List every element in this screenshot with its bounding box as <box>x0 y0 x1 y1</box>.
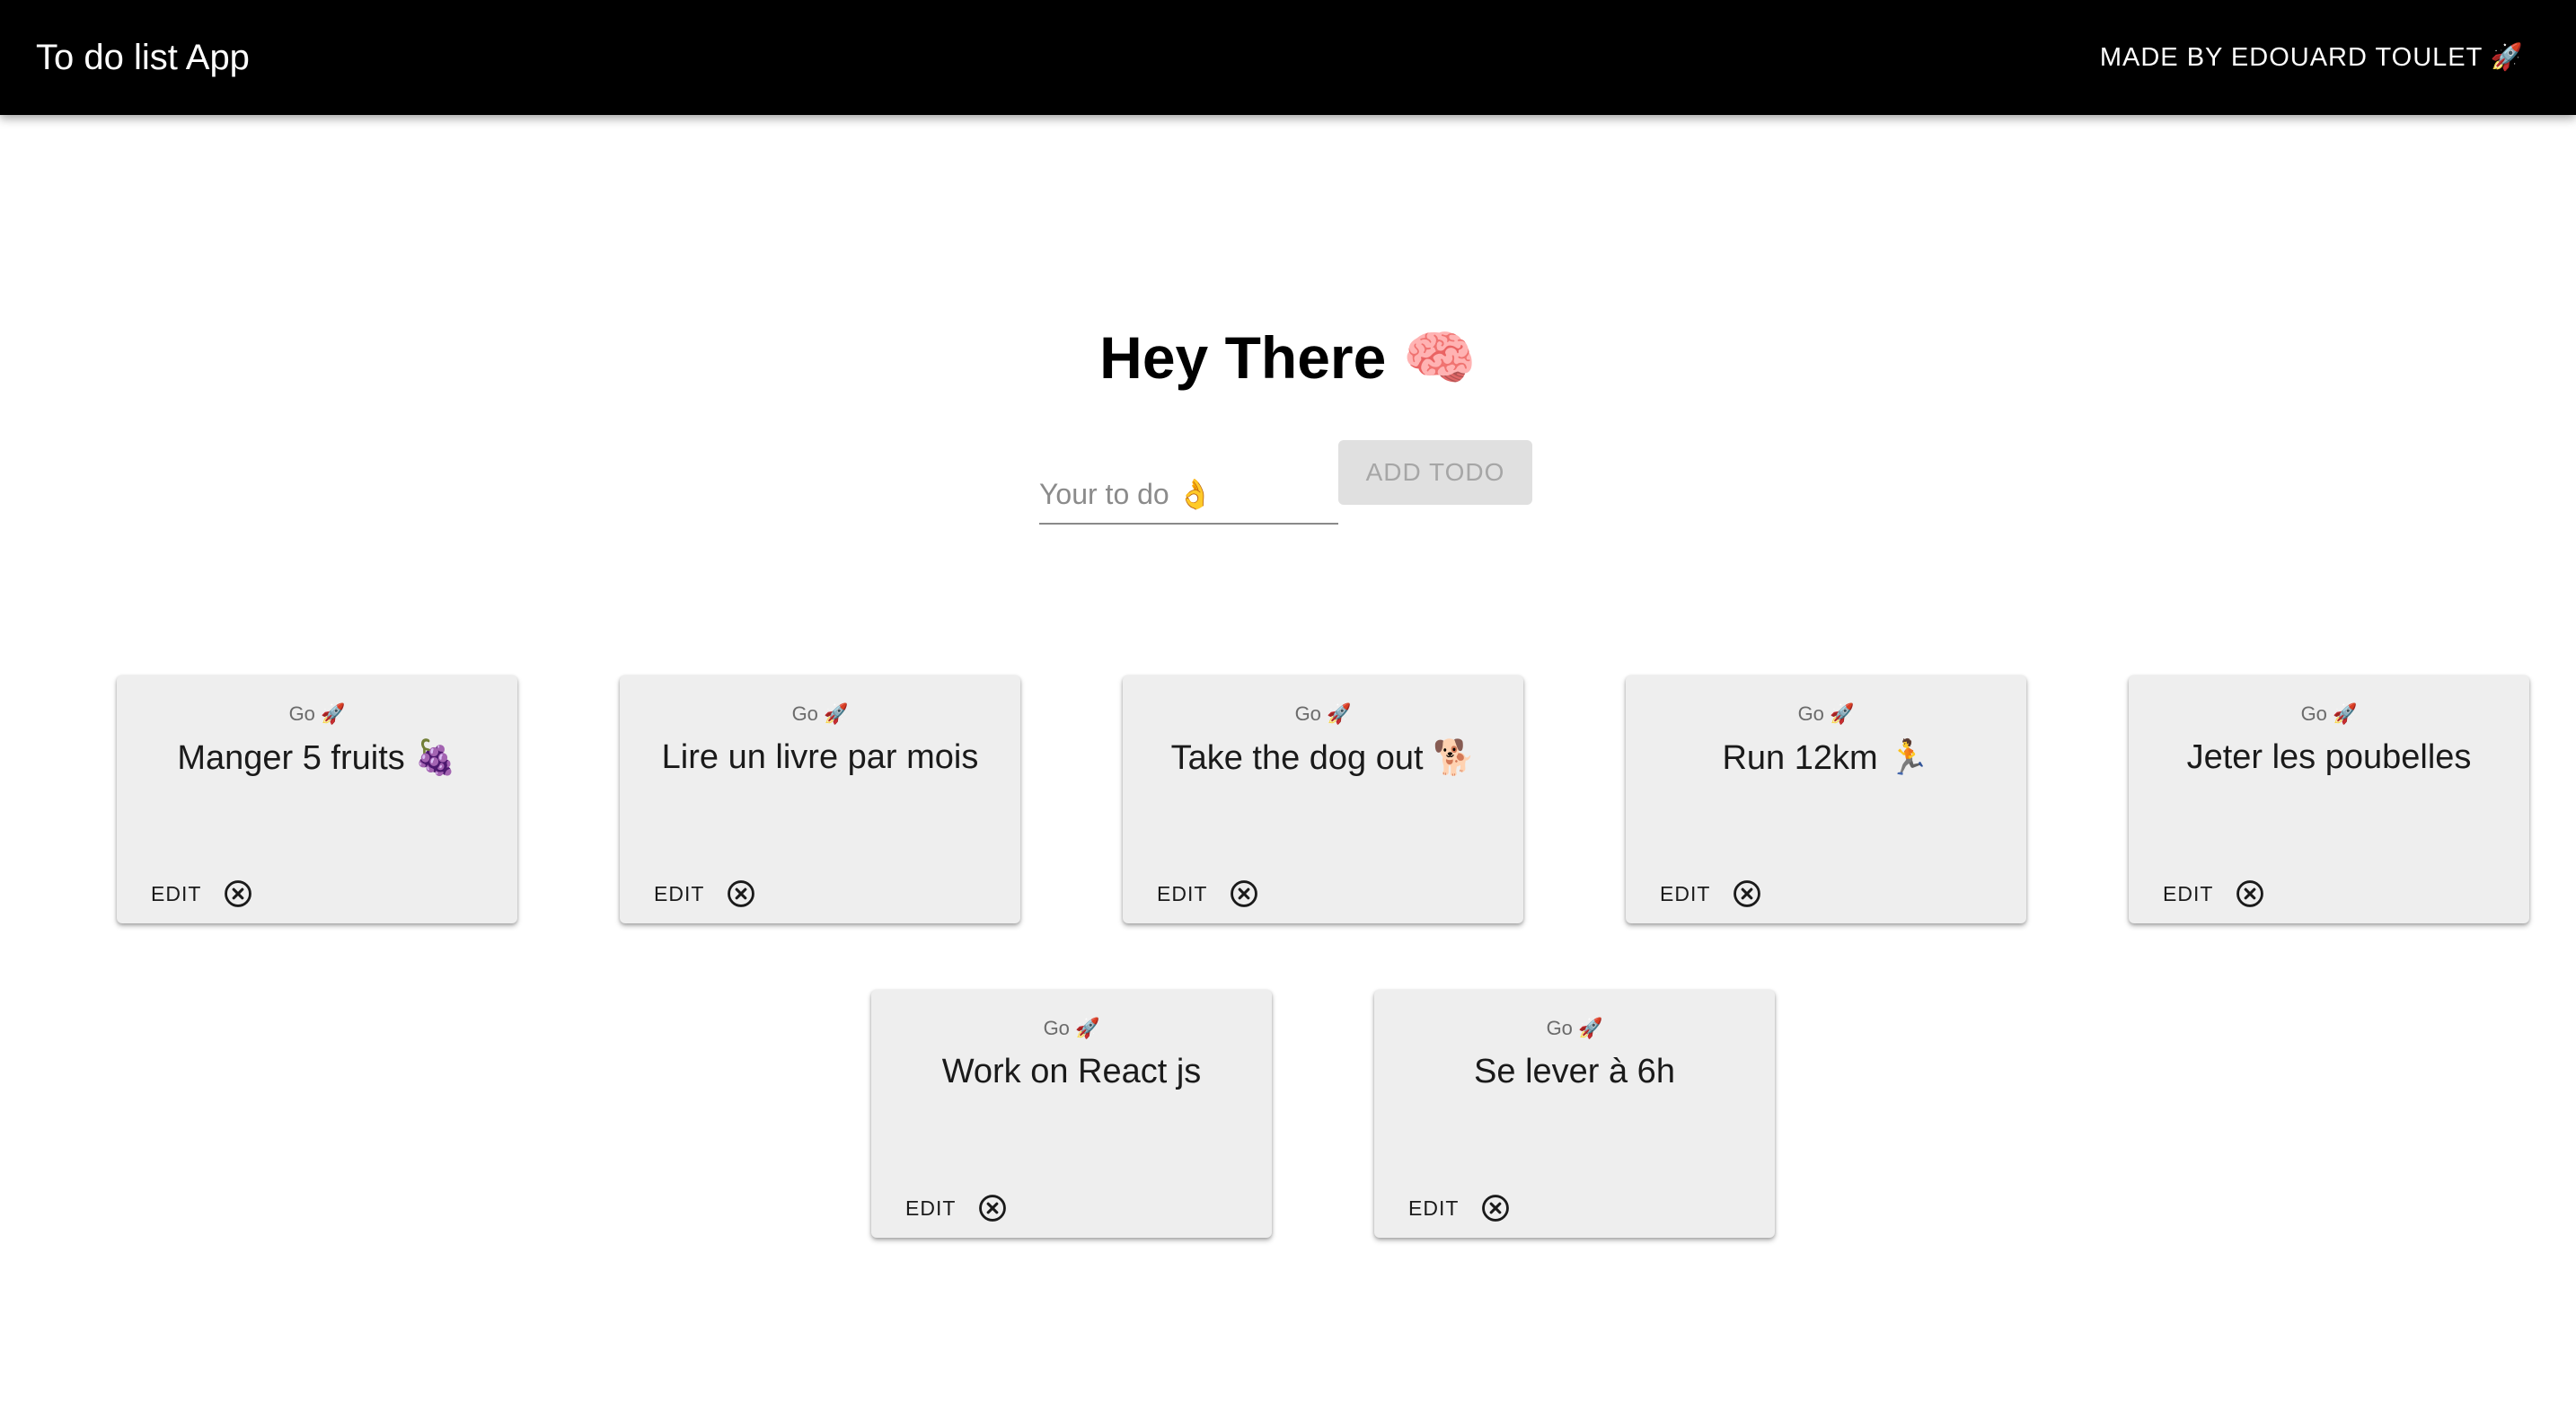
todo-card: Go 🚀 Jeter les poubelles EDIT <box>2129 675 2529 923</box>
todo-title: Run 12km 🏃 <box>1722 739 1930 777</box>
todo-card: Go 🚀 Lire un livre par mois EDIT <box>620 675 1020 923</box>
todo-input[interactable] <box>1039 465 1338 525</box>
todo-card: Go 🚀 Work on React js EDIT <box>871 990 1272 1238</box>
todo-card: Go 🚀 Run 12km 🏃 EDIT <box>1626 675 2026 923</box>
cancel-circle-icon[interactable] <box>1732 878 1762 909</box>
cancel-circle-icon[interactable] <box>223 878 253 909</box>
todo-title: Jeter les poubelles <box>2186 738 2472 776</box>
todo-subtitle: Go 🚀 <box>2300 702 2358 725</box>
todo-title: Lire un livre par mois <box>661 738 979 776</box>
cancel-circle-icon[interactable] <box>1480 1193 1511 1223</box>
todo-title: Se lever à 6h <box>1474 1053 1675 1090</box>
edit-button[interactable]: EDIT <box>905 1198 956 1219</box>
app-title: To do list App <box>36 38 250 77</box>
todo-subtitle: Go 🚀 <box>791 702 849 725</box>
todo-card: Go 🚀 Take the dog out 🐕 EDIT <box>1123 675 1523 923</box>
todo-title: Take the dog out 🐕 <box>1170 739 1476 777</box>
edit-button[interactable]: EDIT <box>1660 884 1710 905</box>
todo-subtitle: Go 🚀 <box>288 702 346 725</box>
edit-button[interactable]: EDIT <box>2163 884 2213 905</box>
cancel-circle-icon[interactable] <box>726 878 756 909</box>
todo-subtitle: Go 🚀 <box>1294 702 1352 725</box>
edit-button[interactable]: EDIT <box>654 884 704 905</box>
todo-card: Go 🚀 Manger 5 fruits 🍇 EDIT <box>117 675 517 923</box>
todo-subtitle: Go 🚀 <box>1546 1017 1603 1039</box>
cancel-circle-icon[interactable] <box>2235 878 2265 909</box>
todo-subtitle: Go 🚀 <box>1043 1017 1100 1039</box>
edit-button[interactable]: EDIT <box>1408 1198 1459 1219</box>
page-heading: Hey There 🧠 <box>1099 324 1477 391</box>
cancel-circle-icon[interactable] <box>977 1193 1008 1223</box>
author-credit: MADE BY EDOUARD TOULET 🚀 <box>2099 43 2524 72</box>
todo-title: Work on React js <box>941 1053 1202 1090</box>
app-bar: To do list App MADE BY EDOUARD TOULET 🚀 <box>0 0 2576 115</box>
todo-title: Manger 5 fruits 🍇 <box>177 739 457 777</box>
edit-button[interactable]: EDIT <box>151 884 201 905</box>
todo-subtitle: Go 🚀 <box>1797 702 1855 725</box>
edit-button[interactable]: EDIT <box>1157 884 1207 905</box>
cancel-circle-icon[interactable] <box>1229 878 1259 909</box>
add-todo-button[interactable]: ADD TODO <box>1338 440 1532 505</box>
todo-card: Go 🚀 Se lever à 6h EDIT <box>1374 990 1775 1238</box>
